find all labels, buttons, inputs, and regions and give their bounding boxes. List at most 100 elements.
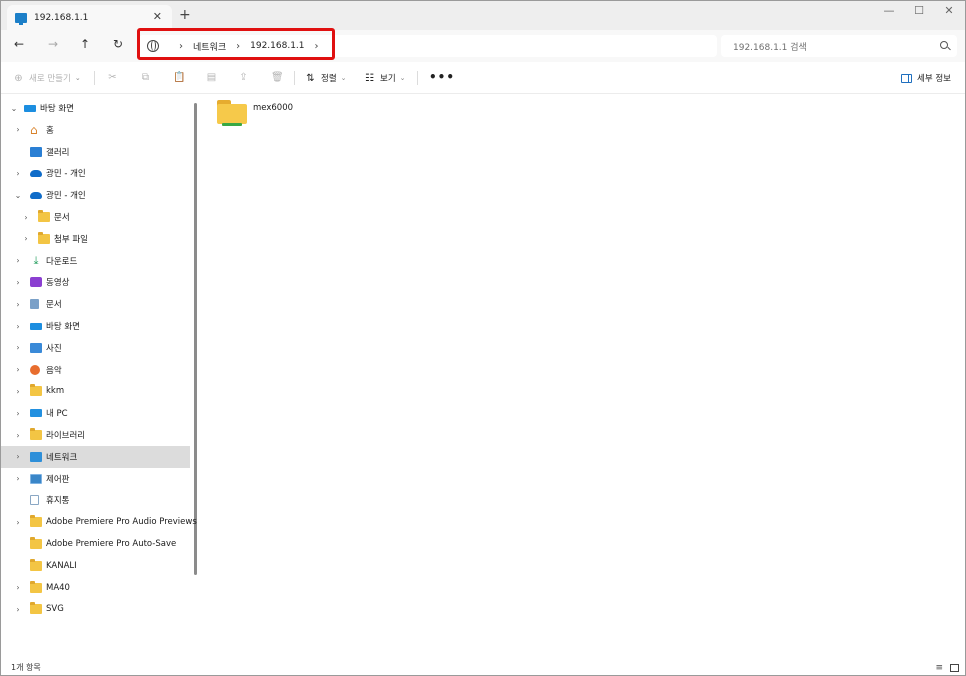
sidebar-item[interactable]: › kkm [1, 380, 190, 402]
sidebar-item[interactable]: › 문서 [1, 293, 190, 315]
navigation-bar: ← → ↑ ↻ › 네트워크 › 192.168.1.1 › 192.168.1… [1, 30, 965, 62]
chevron-right-icon[interactable]: › [21, 213, 31, 222]
sidebar-item[interactable]: › ⤓ 다운로드 [1, 250, 190, 272]
onedrive-icon [30, 169, 42, 177]
file-list-area: mex6000 [203, 95, 965, 661]
chevron-right-icon[interactable]: › [13, 125, 23, 134]
sidebar-item-label: 광민 - 개인 [46, 191, 86, 202]
folder-item-mex6000[interactable]: mex6000 [217, 100, 293, 126]
sidebar-item[interactable]: › 광민 - 개인 [1, 162, 190, 184]
sidebar-item[interactable]: ⌄ 광민 - 개인 [1, 184, 190, 206]
sidebar-item[interactable]: ⌄ 바탕 화면 [1, 97, 190, 119]
sidebar-item[interactable]: › 제어판 [1, 468, 190, 490]
sidebar-item[interactable]: › 라이브러리 [1, 424, 190, 446]
chevron-right-icon[interactable]: › [13, 474, 23, 483]
sidebar-item-label: 광민 - 개인 [46, 169, 86, 180]
breadcrumb-address[interactable]: 192.168.1.1 [250, 41, 304, 51]
details-view-icon[interactable]: ≡ [935, 663, 943, 673]
sidebar-scrollbar[interactable] [194, 103, 197, 575]
sidebar-item[interactable]: › 바탕 화면 [1, 315, 190, 337]
details-pane-button[interactable]: 세부 정보 [901, 72, 951, 84]
cut-button[interactable]: ✂ [107, 72, 123, 83]
command-bar: ⊕ 새로 만들기 ⌄ ✂ ⧉ 📋 ▤ ⇪ 🗑 ⇅ 정렬 ⌄ ☷ 보기 ⌄ •••… [1, 62, 965, 94]
desktop-icon [24, 105, 36, 112]
chevron-right-icon[interactable]: › [13, 365, 23, 374]
chevron-right-icon[interactable]: › [13, 583, 23, 592]
sidebar-item[interactable]: Adobe Premiere Pro Auto-Save [1, 533, 190, 555]
chevron-right-icon[interactable]: › [13, 452, 23, 461]
chevron-right-icon[interactable]: › [13, 322, 23, 331]
folder-icon [30, 602, 42, 615]
chevron-right-icon[interactable]: › [13, 605, 23, 614]
folder-icon [38, 231, 50, 244]
close-window-button[interactable]: ✕ [934, 4, 964, 17]
sidebar-item-label: 제어판 [46, 474, 70, 485]
more-options-button[interactable]: ••• [429, 70, 455, 84]
paste-button[interactable]: 📋 [173, 72, 189, 83]
sidebar-item[interactable]: 휴지통 [1, 489, 190, 511]
control-panel-icon [30, 473, 42, 484]
sidebar-item-label: 라이브러리 [46, 431, 86, 441]
divider [94, 71, 95, 85]
breadcrumb-network[interactable]: 네트워크 [193, 40, 226, 53]
sidebar-item[interactable]: KANALI [1, 555, 190, 577]
trash-icon: 🗑 [271, 72, 284, 83]
sort-button[interactable]: ⇅ 정렬 ⌄ [305, 72, 346, 85]
view-button[interactable]: ☷ 보기 ⌄ [364, 72, 406, 85]
folder-icon [30, 537, 42, 549]
rename-button[interactable]: ▤ [206, 72, 222, 83]
delete-button[interactable]: 🗑 [271, 72, 287, 83]
minimize-button[interactable]: — [874, 4, 904, 17]
new-button[interactable]: ⊕ 새로 만들기 ⌄ [13, 72, 80, 85]
chevron-right-icon[interactable]: › [13, 387, 23, 396]
sidebar-item-label: 음악 [46, 365, 62, 376]
copy-button[interactable]: ⧉ [140, 72, 156, 83]
tab-network-address[interactable]: 192.168.1.1 ✕ [7, 5, 172, 30]
item-count: 1개 항목 [11, 663, 41, 672]
sidebar-item[interactable]: › 문서 [1, 206, 190, 228]
sidebar-item[interactable]: › 내 PC [1, 402, 190, 424]
sidebar-item[interactable]: › Adobe Premiere Pro Audio Previews [1, 511, 197, 533]
sidebar-item-label: MA40 [46, 582, 70, 593]
share-button[interactable]: ⇪ [238, 72, 254, 83]
new-tab-button[interactable]: + [179, 7, 191, 23]
tab-close-icon[interactable]: ✕ [153, 10, 162, 23]
chevron-right-icon[interactable]: › [13, 256, 23, 265]
sidebar-item[interactable]: › 동영상 [1, 271, 190, 293]
up-button[interactable]: ↑ [75, 37, 95, 51]
sidebar-item-label: 휴지통 [46, 496, 70, 507]
forward-button[interactable]: → [43, 37, 63, 51]
sidebar-item-label: kkm [46, 386, 65, 397]
chevron-right-icon[interactable]: › [13, 343, 23, 352]
chevron-right-icon[interactable]: › [13, 169, 23, 178]
sidebar-item[interactable]: 갤러리 [1, 141, 190, 163]
monitor-icon [15, 12, 27, 25]
sidebar-item[interactable]: › 첨부 파일 [1, 228, 190, 250]
divider [294, 71, 295, 85]
large-icons-view-icon[interactable] [950, 664, 959, 672]
sidebar-item[interactable]: › 음악 [1, 359, 190, 381]
chevron-right-icon[interactable]: › [13, 409, 23, 418]
maximize-button[interactable]: ☐ [904, 4, 934, 17]
refresh-button[interactable]: ↻ [108, 37, 128, 51]
chevron-down-icon[interactable]: ⌄ [9, 104, 19, 113]
chevron-right-icon[interactable]: › [13, 518, 23, 527]
chevron-down-icon[interactable]: ⌄ [13, 191, 23, 200]
navigation-pane: ⌄ 바탕 화면 › ⌂ 홈 갤러리 › 광민 - 개인 ⌄ 광민 - 개인 › 문서 › 첨부 파일 › ⤓ 다… [1, 95, 197, 661]
divider [417, 71, 418, 85]
sidebar-item[interactable]: › SVG [1, 598, 190, 620]
sidebar-item-label: 문서 [46, 300, 62, 311]
sidebar-item[interactable]: › ⌂ 홈 [1, 119, 190, 141]
search-box[interactable]: 192.168.1.1 검색 [721, 35, 957, 57]
chevron-right-icon[interactable]: › [13, 278, 23, 287]
chevron-right-icon[interactable]: › [13, 300, 23, 309]
breadcrumb-expand-icon[interactable]: › [315, 41, 319, 52]
sidebar-item[interactable]: › 사진 [1, 337, 190, 359]
sidebar-item[interactable]: › MA40 [1, 577, 190, 599]
chevron-right-icon[interactable]: › [21, 234, 31, 243]
sidebar-item[interactable]: › 네트워크 [1, 445, 190, 468]
address-bar[interactable]: › 네트워크 › 192.168.1.1 › [139, 35, 717, 57]
clipboard-icon: 📋 [173, 72, 186, 83]
chevron-right-icon[interactable]: › [13, 431, 23, 440]
back-button[interactable]: ← [9, 37, 29, 51]
